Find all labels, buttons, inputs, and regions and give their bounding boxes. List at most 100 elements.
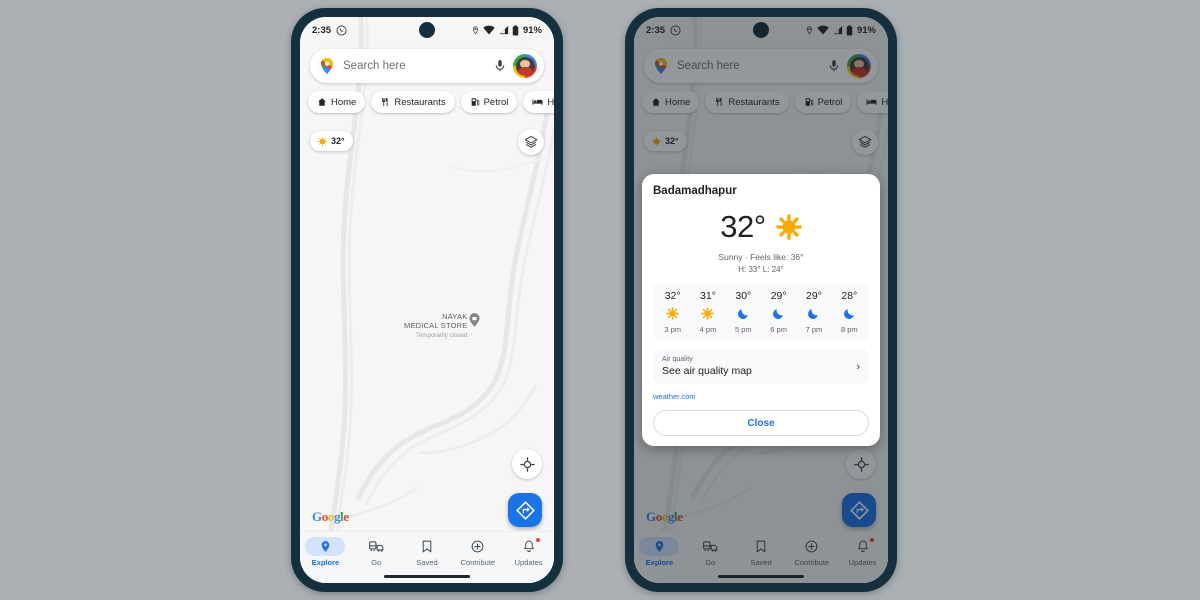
hour-time: 6 pm: [770, 325, 787, 334]
search-bar[interactable]: Search here: [310, 49, 544, 83]
nav-item-saved[interactable]: Saved: [402, 537, 453, 567]
sun-icon: [318, 136, 327, 146]
poi-name-line2: MEDICAL STORE: [404, 320, 468, 330]
location-pin-icon: [321, 541, 330, 552]
sun-icon: [701, 307, 715, 320]
poi-text: NAYAK MEDICAL STORE Temporarily closed: [404, 312, 468, 339]
directions-arrow-icon: [515, 500, 535, 520]
layers-button[interactable]: [518, 129, 544, 155]
hour-temp: 29°: [770, 290, 787, 302]
battery-percent: 91%: [522, 24, 542, 36]
weather-main: 32°: [653, 209, 869, 245]
hour-time: 3 pm: [664, 325, 681, 334]
hour-time: 4 pm: [699, 325, 717, 334]
layers-icon: [524, 135, 538, 148]
status-bar-right: 91%: [471, 25, 542, 36]
hour-temp: 29°: [806, 290, 822, 302]
search-input[interactable]: Search here: [343, 60, 493, 72]
close-button[interactable]: Close: [653, 410, 869, 436]
weather-card: Badamadhapur 32° Sunny · Feels like: 36°…: [642, 174, 880, 446]
bookmark-icon: [422, 540, 432, 553]
chip-label: Petrol: [483, 96, 509, 108]
phone-left: 2:35 91% Search here Home Restaurants Pe…: [291, 8, 563, 592]
battery-icon: [513, 24, 519, 36]
weather-high-low: H: 33° L: 24°: [738, 265, 784, 274]
logo-letter: e: [343, 509, 349, 524]
status-bar: 2:35 91%: [300, 17, 554, 43]
nav-label: Contribute: [460, 558, 496, 567]
hourly-forecast: 32° 3 pm 31° 4 pm 30° 5 pm 29° 6 pm 29° …: [653, 283, 869, 340]
hour-cell[interactable]: 32° 3 pm: [655, 290, 690, 334]
weather-source-link[interactable]: weather.com: [653, 392, 869, 401]
weather-location: Badamadhapur: [653, 185, 737, 197]
chip-restaurants[interactable]: Restaurants: [371, 91, 455, 113]
hour-cell[interactable]: 29° 7 pm: [796, 290, 831, 334]
chip-petrol[interactable]: Petrol: [460, 91, 518, 113]
nav-item-go[interactable]: Go: [351, 537, 402, 567]
google-maps-pin-icon: [321, 58, 333, 74]
nav-icon-wrap: [458, 537, 498, 556]
hour-cell[interactable]: 28° 8 pm: [832, 290, 867, 334]
status-bar-left: 2:35: [312, 25, 347, 36]
plus-circle-icon: [471, 540, 484, 553]
hour-time: 8 pm: [840, 325, 858, 334]
phone-right: 2:35 91% Search here Home Restaurants Pe…: [625, 8, 897, 592]
moon-icon: [843, 309, 854, 319]
hour-temp: 30°: [735, 290, 752, 302]
chip-home[interactable]: Home: [308, 91, 366, 113]
map-poi-label[interactable]: NAYAK MEDICAL STORE Temporarily closed: [404, 312, 480, 339]
nav-icon-wrap: [356, 537, 396, 556]
nav-icon-wrap: [305, 537, 346, 556]
category-chips: Home Restaurants Petrol H: [308, 91, 554, 113]
weather-condition: Sunny · Feels like: 36°: [718, 252, 804, 262]
nav-item-explore[interactable]: Explore: [300, 537, 351, 567]
nav-label: Saved: [416, 558, 438, 567]
nav-item-contribute[interactable]: Contribute: [452, 537, 503, 567]
nav-icon-wrap: [407, 537, 447, 556]
nav-label: Go: [371, 558, 382, 567]
hour-cell[interactable]: 29° 6 pm: [761, 290, 796, 334]
microphone-icon[interactable]: [493, 57, 507, 75]
air-quality-row[interactable]: Air quality See air quality map ›: [653, 349, 869, 384]
hotel-bed-icon: [532, 99, 543, 105]
map-weather-chip[interactable]: 32°: [310, 131, 353, 151]
hour-cell[interactable]: 30° 5 pm: [726, 290, 761, 334]
hour-temp: 31°: [700, 290, 716, 302]
updates-badge: [535, 538, 540, 542]
hour-temp: 28°: [841, 290, 858, 302]
hour-time: 5 pm: [734, 325, 752, 334]
chip-label: Restaurants: [394, 96, 446, 108]
home-icon: [318, 98, 326, 106]
location-pin-icon: [472, 25, 479, 34]
my-location-button[interactable]: [512, 449, 542, 479]
chip-hotels[interactable]: Hotels: [523, 91, 554, 113]
google-logo: Google: [312, 509, 349, 525]
moon-icon: [808, 309, 819, 319]
my-location-crosshair-icon: [519, 456, 535, 472]
moon-icon: [773, 309, 783, 319]
nav-item-updates[interactable]: Updates: [503, 537, 554, 567]
moon-icon: [737, 309, 748, 319]
avatar-image: [515, 56, 535, 76]
directions-fab[interactable]: [508, 493, 542, 527]
gesture-bar[interactable]: [384, 575, 470, 578]
chip-label: Hotels: [547, 96, 554, 108]
air-quality-label: Air quality: [662, 356, 693, 363]
hour-cell[interactable]: 31° 4 pm: [690, 290, 725, 334]
sun-icon: [775, 214, 802, 240]
logo-letter: G: [312, 509, 322, 524]
air-quality-text: Air quality See air quality map: [662, 356, 752, 377]
phone-right-screen: 2:35 91% Search here Home Restaurants Pe…: [634, 17, 888, 583]
nav-label: Updates: [514, 558, 543, 567]
screenshot-stage: 2:35 91% Search here Home Restaurants Pe…: [0, 0, 1200, 600]
poi-status: Temporarily closed: [415, 331, 468, 339]
avatar[interactable]: [513, 54, 537, 78]
nav-label: Explore: [311, 558, 340, 567]
weather-temperature: 32°: [720, 209, 766, 244]
bell-icon: [523, 540, 534, 553]
camera-notch: [419, 22, 435, 38]
chevron-right-icon: ›: [856, 360, 860, 373]
status-time: 2:35: [312, 24, 332, 36]
phone-left-screen: 2:35 91% Search here Home Restaurants Pe…: [300, 17, 554, 583]
map-weather-temp: 32°: [331, 136, 345, 146]
